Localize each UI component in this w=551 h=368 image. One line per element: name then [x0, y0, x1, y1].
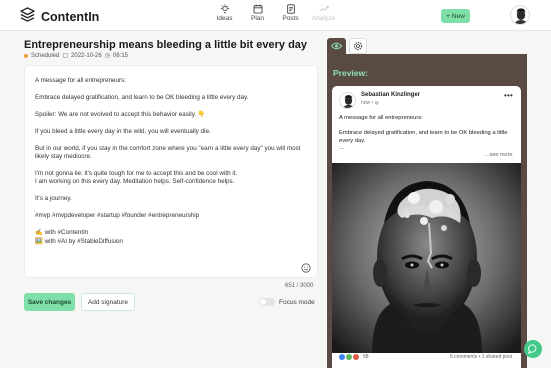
nav-ideas-label: Ideas — [216, 15, 233, 22]
more-icon[interactable]: • • • — [504, 91, 513, 100]
post-preview-line: A message for all entrepreneurs: — [339, 115, 423, 121]
see-more-link[interactable]: ...see more — [485, 152, 513, 158]
editor-line: A message for all entrepreneurs: — [35, 77, 127, 84]
status-dot-icon — [24, 53, 28, 58]
editor-line: I am working on this every day. Meditati… — [35, 178, 235, 186]
reaction-count: 58 — [363, 354, 369, 360]
analyze-icon — [319, 6, 329, 12]
editor-line: 🖼️ with #AI by #StableDiffusion — [35, 237, 123, 245]
app-logo[interactable]: ContentIn — [20, 7, 99, 27]
app-name: ContentIn — [41, 10, 100, 24]
page-title[interactable]: Entrepreneurship means bleeding a little… — [24, 39, 307, 51]
post-image — [332, 163, 521, 353]
like-icon — [339, 354, 345, 360]
nav-analyze-label: Analyze — [311, 15, 336, 22]
editor-line: Spoiler: We are not evolved to accept th… — [35, 111, 206, 118]
plan-icon — [253, 4, 262, 14]
nav-plan-label: Plan — [250, 15, 264, 22]
logo-icon — [20, 7, 35, 27]
post-editor[interactable]: A message for all entrepreneurs: Embrace… — [24, 65, 318, 278]
preview-label: Preview: — [333, 68, 368, 78]
focus-mode-label: Focus mode — [279, 298, 315, 306]
post-timestamp: now • ◍ — [361, 100, 379, 106]
add-signature-button[interactable]: Add signature — [81, 293, 135, 311]
new-button[interactable]: + New — [441, 9, 470, 23]
post-author: Sebastian Kinzlinger — [361, 92, 421, 98]
post-date[interactable]: 2022-10-26 — [71, 53, 102, 59]
new-button-label: New — [451, 12, 465, 20]
focus-mode-toggle[interactable] — [259, 298, 275, 306]
post-timestamp-text: now • — [361, 100, 374, 106]
top-bar: ContentIn Ideas Plan Posts Analyze + New — [0, 0, 551, 31]
post-avatar — [339, 92, 356, 109]
editor-line: I'm not gonna lie: it's quite tough for … — [35, 170, 238, 178]
reactions[interactable]: 58 — [339, 354, 369, 360]
nav-plan[interactable]: Plan — [241, 4, 274, 22]
post-time[interactable]: 06:15 — [113, 53, 128, 59]
tab-preview[interactable] — [327, 38, 346, 54]
post-meta: Scheduled ▢ 2022-10-26 ◷ 06:15 — [24, 52, 128, 59]
nav-posts-label: Posts — [282, 15, 299, 22]
gear-icon — [353, 41, 363, 51]
editor-line: Embrace delayed gratification, and learn… — [35, 94, 249, 101]
love-icon — [353, 354, 359, 360]
main-nav: Ideas Plan Posts Analyze — [208, 4, 340, 22]
chat-icon[interactable] — [524, 340, 542, 358]
calendar-icon: ▢ — [62, 53, 69, 59]
globe-icon: ◍ — [374, 100, 379, 105]
editor-line: ✍️ with #ContentIn — [35, 229, 89, 237]
save-button[interactable]: Save changes — [24, 293, 75, 311]
char-count: 651 / 3000 — [285, 283, 314, 289]
editor-line: If you bleed a little every day in the w… — [35, 128, 211, 135]
nav-posts[interactable]: Posts — [274, 4, 307, 22]
editor-line: It's a journey. — [35, 195, 72, 203]
posts-icon — [286, 4, 295, 14]
ideas-icon — [220, 4, 229, 14]
plus-icon: + — [446, 12, 450, 20]
emoji-icon[interactable] — [301, 263, 311, 275]
nav-ideas[interactable]: Ideas — [208, 4, 241, 22]
tab-settings[interactable] — [349, 38, 367, 54]
post-stats[interactable]: 5 comments • 1 shared post — [450, 354, 512, 360]
linkedin-post-preview: Sebastian Kinzlinger now • ◍ • • • A mes… — [332, 86, 521, 368]
nav-analyze: Analyze — [307, 4, 340, 22]
eye-icon — [331, 42, 342, 50]
editor-line: But in our world, if you stay in the com… — [35, 145, 301, 161]
avatar[interactable] — [510, 5, 530, 25]
editor-text[interactable]: A message for all entrepreneurs: Embrace… — [35, 77, 315, 255]
status-badge: Scheduled — [31, 52, 60, 59]
focus-mode: Focus mode — [259, 298, 315, 306]
celebrate-icon — [346, 354, 352, 360]
post-preview-line: Embrace delayed gratification, and learn… — [339, 129, 508, 144]
clock-icon: ◷ — [104, 53, 110, 59]
editor-line: #mvp #mvpdeveloper #startup #founder #en… — [35, 212, 200, 220]
preview-panel: Preview: Sebastian Kinzlinger now • ◍ • … — [327, 54, 527, 368]
